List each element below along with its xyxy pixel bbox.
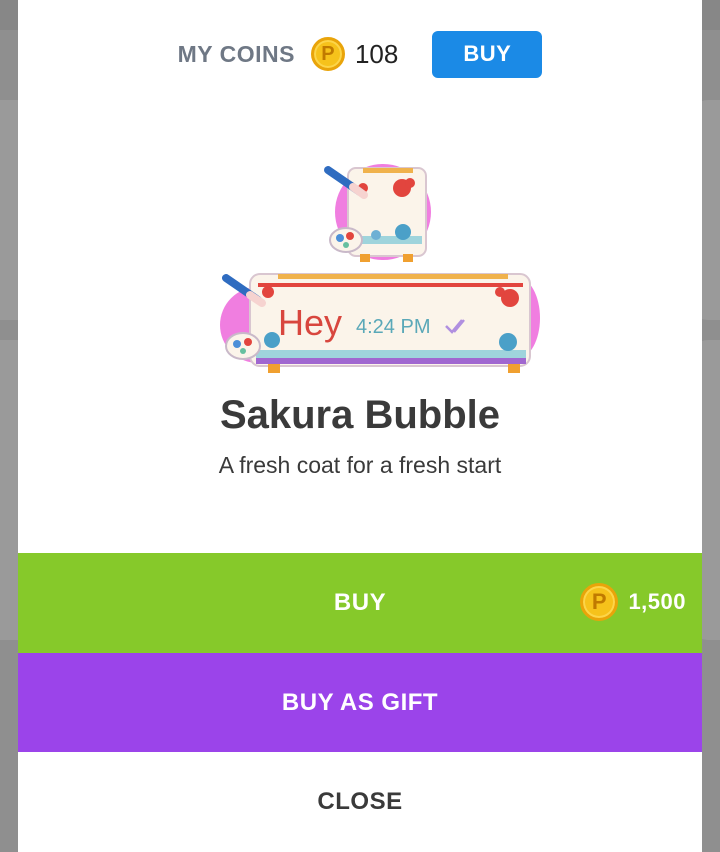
buy-button[interactable]: BUY P 1,500 <box>18 553 702 653</box>
buy-coins-button[interactable]: BUY <box>432 30 543 78</box>
buy-as-gift-label: BUY AS GIFT <box>281 689 439 716</box>
bubble-text: Hey <box>278 302 342 343</box>
coin-count: 108 <box>354 38 399 69</box>
buy-button-label: BUY <box>333 589 387 616</box>
coin-balance-row: MY COINS P 108 BUY <box>18 30 702 78</box>
purchase-dialog: MY COINS P 108 BUY Hey 4:24 PM Sakura Bu… <box>18 0 702 852</box>
coin-icon: P <box>580 583 619 621</box>
sakura-bubble-preview: Hey 4:24 PM <box>220 164 540 373</box>
large-bubble-illustration: Hey 4:24 PM <box>220 273 540 373</box>
coin-icon: P <box>310 37 345 71</box>
bubble-time: 4:24 PM <box>356 316 430 338</box>
close-button[interactable]: CLOSE <box>18 752 702 852</box>
close-label: CLOSE <box>317 788 403 815</box>
item-title: Sakura Bubble <box>219 393 501 437</box>
item-subtitle: A fresh coat for a fresh start <box>218 452 502 478</box>
price-value: 1,500 <box>628 589 686 614</box>
small-bubble-illustration <box>324 164 431 262</box>
buy-as-gift-button[interactable]: BUY AS GIFT <box>18 653 702 753</box>
price-tag: P 1,500 <box>580 583 686 621</box>
my-coins-label: MY COINS <box>177 40 295 67</box>
